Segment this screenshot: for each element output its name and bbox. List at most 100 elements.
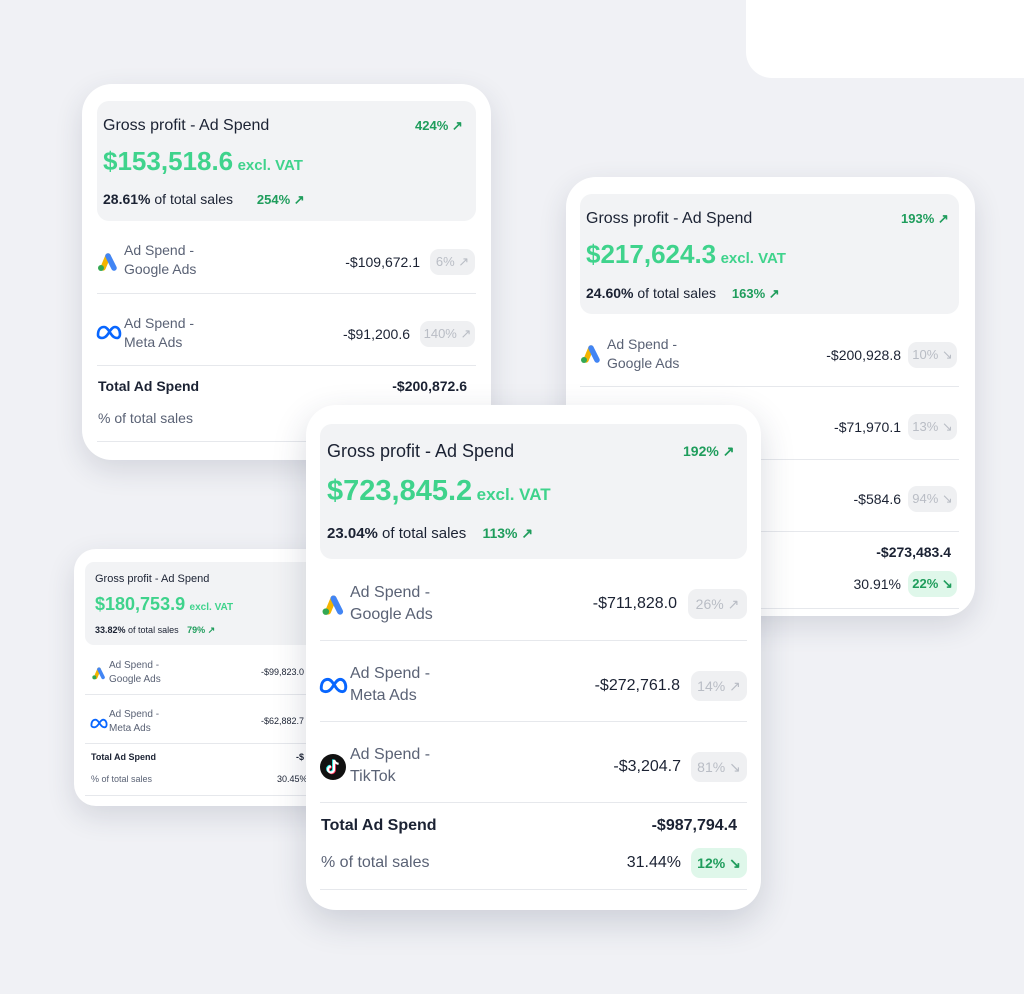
row-value: -$99,823.0 [261, 667, 305, 677]
share-line: 28.61% of total sales 254% ↗ [103, 191, 305, 208]
share-line: 33.82% of total sales 79% ↗ [95, 625, 215, 636]
profit-value: $180,753.9 [95, 594, 186, 614]
profit-amount: $217,624.3 excl. VAT [586, 239, 786, 270]
card-title: Gross profit - Ad Spend [103, 117, 270, 134]
row-value: -$200,928.8 [826, 347, 901, 363]
row-divider [97, 293, 476, 294]
profit-amount: $180,753.9 excl. VAT [95, 594, 233, 615]
row-change-badge: 6% ↗ [430, 249, 475, 275]
row-label: Ad Spend - Meta Ads [350, 663, 430, 706]
pct-of-sales-value: 30.91% [853, 576, 901, 592]
google-ads-icon [96, 251, 120, 272]
total-ad-spend-value: -$273,483.4 [876, 544, 951, 560]
card-title: Gross profit - Ad Spend [95, 573, 210, 585]
share-change: 79% ↗ [187, 625, 216, 635]
row-label: Ad Spend - Google Ads [607, 335, 679, 373]
profit-unit: excl. VAT [476, 485, 551, 504]
profit-value: $723,845.2 [327, 475, 473, 507]
row-change-badge: 13% ↘ [908, 414, 957, 440]
row-label-line1: Ad Spend - [109, 709, 160, 720]
row-value: -$91,200.6 [343, 326, 410, 342]
profit-amount: $153,518.6 excl. VAT [103, 146, 303, 177]
total-ad-spend-label: Total Ad Spend [91, 752, 156, 762]
row-label-line2: Google Ads [109, 673, 161, 685]
share-label: of total sales [637, 285, 716, 301]
google-ads-icon [91, 666, 107, 680]
row-divider [320, 640, 747, 641]
share-line: 23.04% of total sales 113% ↗ [327, 525, 533, 542]
profit-unit: excl. VAT [189, 602, 234, 613]
row-change-badge: 26% ↗ [688, 589, 747, 619]
pct-of-sales-label: % of total sales [98, 410, 193, 426]
profit-unit: excl. VAT [720, 250, 786, 267]
profit-value: $153,518.6 [103, 146, 234, 176]
row-label-line2: Google Ads [350, 605, 433, 623]
background-notch [746, 0, 1024, 78]
share-value: 24.60% [586, 285, 634, 301]
pct-of-sales-value: 30.45% [277, 774, 308, 784]
row-label: Ad Spend - Meta Ads [109, 708, 159, 735]
row-label-line1: Ad Spend - [607, 336, 678, 352]
share-label: of total sales [128, 625, 179, 635]
row-change-badge: 14% ↗ [691, 671, 747, 701]
row-label-line1: Ad Spend - [124, 315, 195, 331]
profit-card-d: Gross profit - Ad Spend 192% ↗ $723,845.… [306, 405, 761, 910]
row-label: Ad Spend - Meta Ads [124, 314, 194, 352]
total-ad-spend-value: -$987,794.4 [651, 817, 737, 834]
total-ad-spend-value: -$200,872.6 [392, 378, 467, 394]
row-value: -$62,882.7 [261, 716, 305, 726]
card-title: Gross profit - Ad Spend [327, 441, 515, 461]
row-value: -$584.6 [853, 491, 901, 507]
total-ad-spend-label: Total Ad Spend [98, 378, 200, 394]
row-label-line2: Meta Ads [124, 333, 183, 350]
profit-change: 192% ↗ [683, 443, 735, 459]
pct-of-sales-value: 31.44% [626, 854, 681, 871]
row-label-line1: Ad Spend - [350, 746, 431, 763]
profit-card-a: Gross profit - Ad Spend 424% ↗ $153,518.… [82, 84, 491, 460]
row-value: -$71,970.1 [834, 419, 901, 435]
tiktok-icon [320, 754, 346, 780]
meta-icon [319, 677, 348, 694]
row-divider [320, 802, 747, 803]
row-label-line1: Ad Spend - [109, 660, 160, 671]
row-divider [97, 365, 476, 366]
pct-change-badge: 12% ↘ [691, 848, 747, 878]
share-label: of total sales [154, 191, 233, 207]
row-label: Ad Spend - Google Ads [124, 241, 196, 279]
row-label-line2: Google Ads [124, 260, 197, 277]
profit-change: 424% ↗ [415, 118, 463, 133]
share-value: 28.61% [103, 191, 151, 207]
row-divider [580, 386, 959, 387]
total-ad-spend-value: -$ [296, 752, 305, 762]
row-label-line1: Ad Spend - [350, 584, 431, 601]
profit-unit: excl. VAT [237, 157, 303, 174]
row-label-line2: Meta Ads [109, 722, 151, 734]
google-ads-icon [579, 343, 603, 364]
row-label: Ad Spend - TikTok [350, 744, 430, 787]
row-value: -$272,761.8 [594, 677, 680, 694]
row-label-line1: Ad Spend - [124, 242, 195, 258]
profit-amount: $723,845.2 excl. VAT [327, 475, 551, 508]
pct-change-badge: 22% ↘ [908, 571, 957, 597]
share-value: 33.82% [95, 625, 126, 635]
row-value: -$711,828.0 [592, 595, 677, 612]
row-label-line2: TikTok [350, 767, 396, 785]
profit-change: 193% ↗ [901, 211, 949, 226]
row-change-badge: 140% ↗ [420, 321, 475, 347]
share-change: 113% ↗ [482, 525, 534, 541]
share-change: 163% ↗ [731, 286, 780, 301]
share-value: 23.04% [327, 525, 378, 542]
pct-of-sales-label: % of total sales [91, 774, 153, 784]
row-label: Ad Spend - Google Ads [350, 582, 433, 625]
share-change: 254% ↗ [256, 192, 305, 207]
row-value: -$109,672.1 [345, 254, 420, 270]
meta-icon [96, 325, 122, 340]
share-line: 24.60% of total sales 163% ↗ [586, 285, 780, 302]
total-ad-spend-label: Total Ad Spend [321, 817, 437, 834]
row-label-line1: Ad Spend - [350, 665, 431, 682]
row-divider [320, 889, 747, 890]
row-label: Ad Spend - Google Ads [109, 659, 161, 686]
profit-value: $217,624.3 [586, 239, 717, 269]
row-change-badge: 81% ↘ [691, 752, 747, 782]
pct-of-sales-label: % of total sales [321, 854, 430, 871]
